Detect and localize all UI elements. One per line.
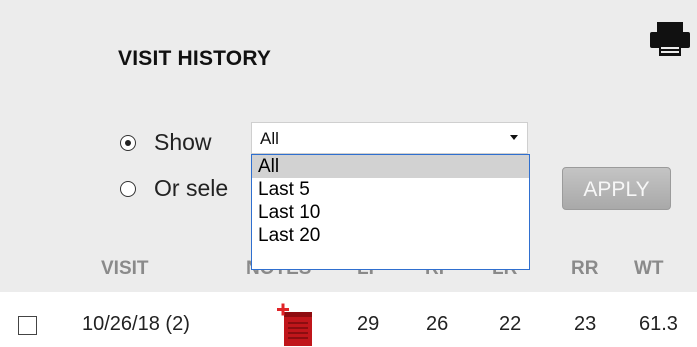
- or-select-radio-label: Or sele: [154, 175, 229, 201]
- select-value: All: [260, 129, 279, 148]
- dropdown-option-last-5[interactable]: Last 5: [252, 178, 529, 201]
- row-checkbox[interactable]: [18, 316, 37, 335]
- or-select-radio[interactable]: [120, 181, 136, 197]
- visit-date-cell[interactable]: 10/26/18 (2): [82, 313, 190, 336]
- rr-cell: 23: [574, 313, 597, 335]
- chevron-down-icon: [510, 135, 518, 140]
- column-header-visit[interactable]: VISIT: [101, 258, 149, 280]
- dropdown-option-all[interactable]: All: [252, 155, 529, 178]
- wt-cell: 61.3: [639, 313, 678, 335]
- lf-cell: 29: [357, 313, 380, 335]
- show-radio-label: Show: [154, 129, 212, 155]
- show-radio[interactable]: [120, 135, 136, 151]
- column-header-wt[interactable]: WT: [634, 258, 664, 280]
- apply-button[interactable]: APPLY: [562, 167, 671, 210]
- lr-cell: 22: [499, 313, 522, 335]
- radio-selected-dot: [124, 139, 131, 146]
- dropdown-option-last-20[interactable]: Last 20: [252, 224, 529, 247]
- visit-range-select[interactable]: All: [251, 122, 528, 154]
- visit-range-dropdown-list: All Last 5 Last 10 Last 20: [251, 154, 530, 270]
- rf-cell: 26: [426, 313, 449, 335]
- printer-icon[interactable]: [647, 20, 693, 58]
- dropdown-option-last-10[interactable]: Last 10: [252, 201, 529, 224]
- add-note-icon[interactable]: [276, 303, 318, 347]
- column-header-rr[interactable]: RR: [571, 258, 598, 280]
- page-title: VISIT HISTORY: [118, 47, 272, 70]
